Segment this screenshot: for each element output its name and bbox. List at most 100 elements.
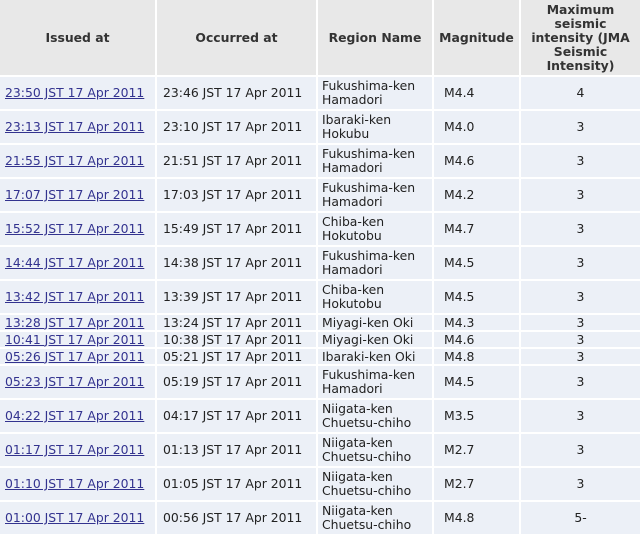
region-name-cell: Chiba-ken Hokutobu (318, 211, 434, 245)
region-name-cell: Niigata-ken Chuetsu-chiho (318, 466, 434, 500)
issued-cell: 01:17 JST 17 Apr 2011 (0, 432, 157, 466)
issued-at-link[interactable]: 01:00 JST 17 Apr 2011 (5, 510, 144, 525)
magnitude-cell: M4.5 (434, 279, 521, 313)
region-name-cell: Ibaraki-ken Hokubu (318, 109, 434, 143)
header-row: Issued at Occurred at Region Name Magnit… (0, 0, 640, 75)
occurred-at-cell: 05:21 JST 17 Apr 2011 (157, 347, 318, 364)
table-row: 01:17 JST 17 Apr 2011 01:13 JST 17 Apr 20… (0, 432, 640, 466)
header-max-intensity: Maximum seismic intensity (JMA Seismic I… (521, 0, 640, 75)
table-row: 05:26 JST 17 Apr 2011 05:21 JST 17 Apr 20… (0, 347, 640, 364)
header-magnitude: Magnitude (434, 0, 521, 75)
earthquake-table: Issued at Occurred at Region Name Magnit… (0, 0, 640, 534)
issued-cell: 23:13 JST 17 Apr 2011 (0, 109, 157, 143)
intensity-cell: 3 (521, 211, 640, 245)
table-row: 13:42 JST 17 Apr 2011 13:39 JST 17 Apr 20… (0, 279, 640, 313)
occurred-at-cell: 01:05 JST 17 Apr 2011 (157, 466, 318, 500)
intensity-cell: 3 (521, 279, 640, 313)
table-row: 13:28 JST 17 Apr 2011 13:24 JST 17 Apr 20… (0, 313, 640, 330)
table-row: 10:41 JST 17 Apr 2011 10:38 JST 17 Apr 20… (0, 330, 640, 347)
region-name-cell: Fukushima-ken Hamadori (318, 143, 434, 177)
issued-cell: 05:23 JST 17 Apr 2011 (0, 364, 157, 398)
header-issued-at: Issued at (0, 0, 157, 75)
intensity-cell: 3 (521, 466, 640, 500)
intensity-cell: 4 (521, 75, 640, 109)
occurred-at-cell: 00:56 JST 17 Apr 2011 (157, 500, 318, 534)
issued-cell: 04:22 JST 17 Apr 2011 (0, 398, 157, 432)
issued-at-link[interactable]: 13:42 JST 17 Apr 2011 (5, 289, 144, 304)
intensity-cell: 3 (521, 398, 640, 432)
region-name-cell: Fukushima-ken Hamadori (318, 75, 434, 109)
issued-at-link[interactable]: 23:50 JST 17 Apr 2011 (5, 85, 144, 100)
occurred-at-cell: 05:19 JST 17 Apr 2011 (157, 364, 318, 398)
table-row: 23:50 JST 17 Apr 2011 23:46 JST 17 Apr 20… (0, 75, 640, 109)
occurred-at-cell: 13:39 JST 17 Apr 2011 (157, 279, 318, 313)
magnitude-cell: M4.4 (434, 75, 521, 109)
intensity-cell: 3 (521, 330, 640, 347)
issued-at-link[interactable]: 13:28 JST 17 Apr 2011 (5, 315, 144, 330)
region-name-cell: Fukushima-ken Hamadori (318, 245, 434, 279)
magnitude-cell: M4.5 (434, 245, 521, 279)
region-name-cell: Fukushima-ken Hamadori (318, 364, 434, 398)
issued-at-link[interactable]: 01:17 JST 17 Apr 2011 (5, 442, 144, 457)
magnitude-cell: M4.7 (434, 211, 521, 245)
magnitude-cell: M4.2 (434, 177, 521, 211)
issued-cell: 01:10 JST 17 Apr 2011 (0, 466, 157, 500)
issued-cell: 21:55 JST 17 Apr 2011 (0, 143, 157, 177)
table-row: 05:23 JST 17 Apr 2011 05:19 JST 17 Apr 20… (0, 364, 640, 398)
issued-at-link[interactable]: 17:07 JST 17 Apr 2011 (5, 187, 144, 202)
issued-at-link[interactable]: 21:55 JST 17 Apr 2011 (5, 153, 144, 168)
occurred-at-cell: 23:46 JST 17 Apr 2011 (157, 75, 318, 109)
intensity-cell: 3 (521, 245, 640, 279)
region-name-cell: Niigata-ken Chuetsu-chiho (318, 500, 434, 534)
issued-at-link[interactable]: 04:22 JST 17 Apr 2011 (5, 408, 144, 423)
occurred-at-cell: 23:10 JST 17 Apr 2011 (157, 109, 318, 143)
magnitude-cell: M4.6 (434, 330, 521, 347)
issued-cell: 17:07 JST 17 Apr 2011 (0, 177, 157, 211)
magnitude-cell: M4.5 (434, 364, 521, 398)
region-name-cell: Chiba-ken Hokutobu (318, 279, 434, 313)
issued-cell: 13:28 JST 17 Apr 2011 (0, 313, 157, 330)
magnitude-cell: M2.7 (434, 432, 521, 466)
issued-at-link[interactable]: 23:13 JST 17 Apr 2011 (5, 119, 144, 134)
table-row: 23:13 JST 17 Apr 2011 23:10 JST 17 Apr 20… (0, 109, 640, 143)
region-name-cell: Fukushima-ken Hamadori (318, 177, 434, 211)
issued-cell: 01:00 JST 17 Apr 2011 (0, 500, 157, 534)
intensity-cell: 3 (521, 313, 640, 330)
table-header: Issued at Occurred at Region Name Magnit… (0, 0, 640, 75)
region-name-cell: Miyagi-ken Oki (318, 313, 434, 330)
magnitude-cell: M3.5 (434, 398, 521, 432)
issued-cell: 15:52 JST 17 Apr 2011 (0, 211, 157, 245)
intensity-cell: 3 (521, 143, 640, 177)
occurred-at-cell: 15:49 JST 17 Apr 2011 (157, 211, 318, 245)
region-name-cell: Ibaraki-ken Oki (318, 347, 434, 364)
occurred-at-cell: 21:51 JST 17 Apr 2011 (157, 143, 318, 177)
table-row: 01:00 JST 17 Apr 2011 00:56 JST 17 Apr 20… (0, 500, 640, 534)
issued-cell: 10:41 JST 17 Apr 2011 (0, 330, 157, 347)
table-row: 14:44 JST 17 Apr 2011 14:38 JST 17 Apr 20… (0, 245, 640, 279)
issued-cell: 23:50 JST 17 Apr 2011 (0, 75, 157, 109)
magnitude-cell: M4.6 (434, 143, 521, 177)
intensity-cell: 3 (521, 109, 640, 143)
issued-cell: 14:44 JST 17 Apr 2011 (0, 245, 157, 279)
occurred-at-cell: 04:17 JST 17 Apr 2011 (157, 398, 318, 432)
magnitude-cell: M4.8 (434, 500, 521, 534)
region-name-cell: Niigata-ken Chuetsu-chiho (318, 398, 434, 432)
magnitude-cell: M2.7 (434, 466, 521, 500)
issued-cell: 13:42 JST 17 Apr 2011 (0, 279, 157, 313)
header-occurred-at: Occurred at (157, 0, 318, 75)
issued-at-link[interactable]: 15:52 JST 17 Apr 2011 (5, 221, 144, 236)
table-row: 15:52 JST 17 Apr 2011 15:49 JST 17 Apr 20… (0, 211, 640, 245)
issued-at-link[interactable]: 05:23 JST 17 Apr 2011 (5, 374, 144, 389)
issued-at-link[interactable]: 01:10 JST 17 Apr 2011 (5, 476, 144, 491)
intensity-cell: 3 (521, 364, 640, 398)
table-row: 01:10 JST 17 Apr 2011 01:05 JST 17 Apr 20… (0, 466, 640, 500)
intensity-cell: 3 (521, 177, 640, 211)
magnitude-cell: M4.3 (434, 313, 521, 330)
table-row: 17:07 JST 17 Apr 2011 17:03 JST 17 Apr 20… (0, 177, 640, 211)
table-row: 21:55 JST 17 Apr 2011 21:51 JST 17 Apr 20… (0, 143, 640, 177)
issued-at-link[interactable]: 05:26 JST 17 Apr 2011 (5, 349, 144, 364)
issued-at-link[interactable]: 10:41 JST 17 Apr 2011 (5, 332, 144, 347)
table-body: 23:50 JST 17 Apr 2011 23:46 JST 17 Apr 20… (0, 75, 640, 534)
issued-at-link[interactable]: 14:44 JST 17 Apr 2011 (5, 255, 144, 270)
occurred-at-cell: 17:03 JST 17 Apr 2011 (157, 177, 318, 211)
